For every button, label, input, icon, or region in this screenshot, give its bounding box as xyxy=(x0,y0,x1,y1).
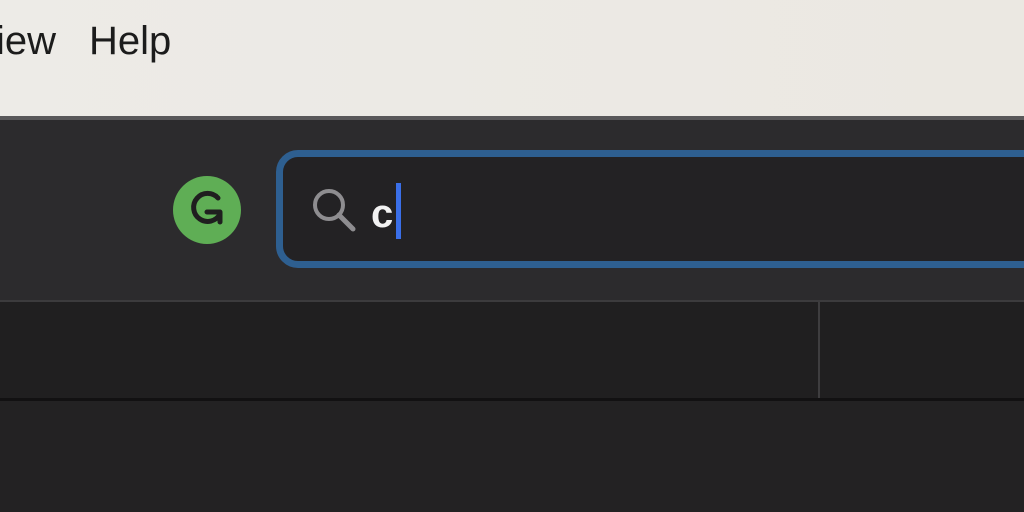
grammarly-g-glyph xyxy=(191,190,223,225)
column-header-row xyxy=(0,302,1024,398)
text-caret xyxy=(396,183,401,239)
grammarly-g-icon[interactable] xyxy=(173,176,241,244)
menu-bar: View Help xyxy=(0,0,1024,116)
column-divider[interactable] xyxy=(818,302,820,398)
content-area xyxy=(0,401,1024,512)
search-input[interactable]: c xyxy=(371,191,393,237)
search-icon xyxy=(309,185,359,240)
menu-item-view[interactable]: View xyxy=(0,18,56,64)
search-field[interactable]: c xyxy=(276,150,1024,268)
toolbar: c xyxy=(0,120,1024,300)
menu-item-help[interactable]: Help xyxy=(89,18,171,64)
